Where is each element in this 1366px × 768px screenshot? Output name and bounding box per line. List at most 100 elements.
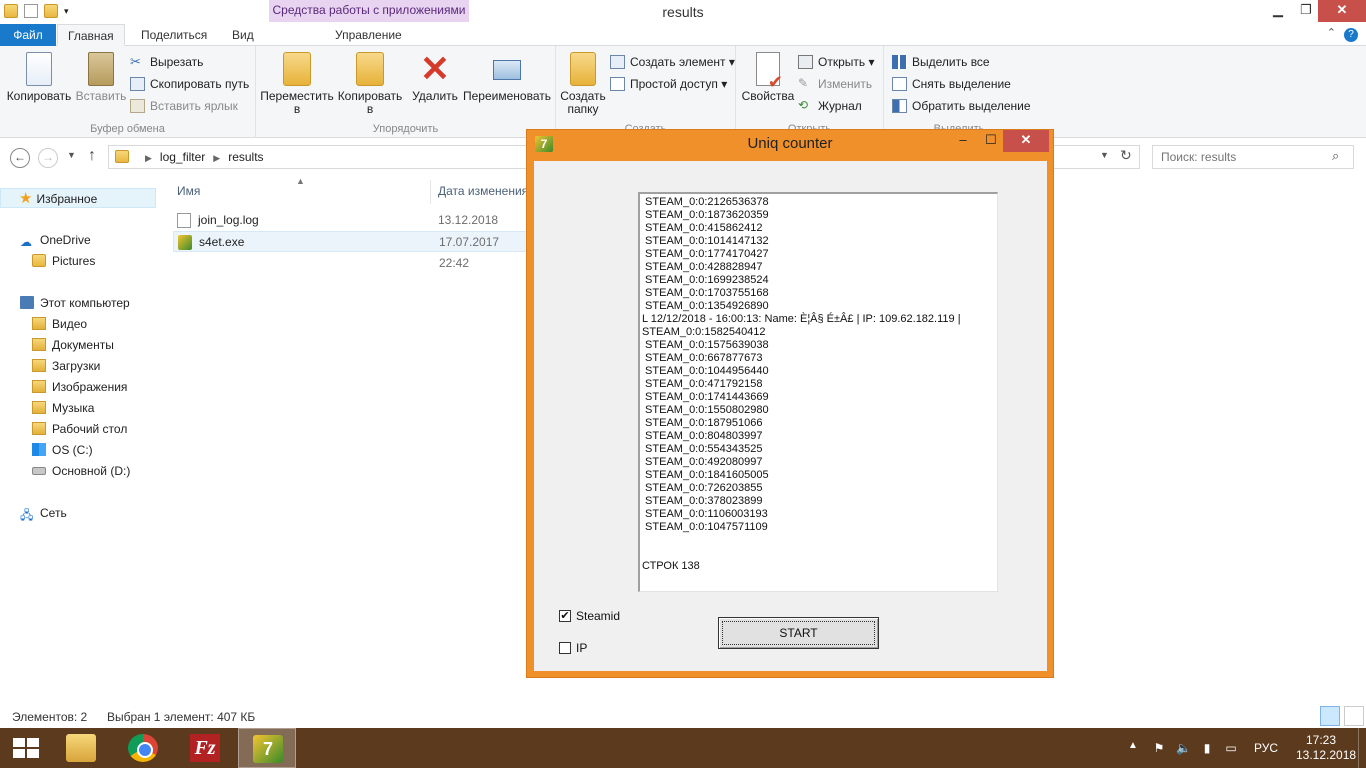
search-icon[interactable]: ⌕ [1332, 148, 1339, 164]
ip-checkbox[interactable] [559, 642, 571, 654]
start-button[interactable] [0, 728, 50, 768]
refresh-icon[interactable]: ↻ [1120, 147, 1132, 164]
action-center-flag-icon[interactable]: ⚑ [1152, 741, 1166, 755]
nav-item-pictures[interactable]: Pictures [32, 251, 95, 271]
help-icon[interactable]: ? [1344, 28, 1358, 42]
nav-item-music[interactable]: Музыка [32, 398, 94, 418]
selection-info: Выбран 1 элемент: 407 КБ [107, 710, 256, 724]
delete-button[interactable]: ✕ Удалить [410, 51, 460, 103]
open-label: Открыть [818, 55, 866, 69]
output-textbox[interactable]: STEAM_0:0:2126536378 STEAM_0:0:187362035… [638, 192, 998, 592]
output-line: STEAM_0:0:2126536378 [642, 196, 769, 208]
breadcrumb-item[interactable]: log_filter [160, 150, 205, 164]
nav-item-downloads[interactable]: Загрузки [32, 356, 100, 376]
copy-to-button[interactable]: Копировать в [336, 52, 404, 116]
nav-item-onedrive[interactable]: ☁ OneDrive [20, 230, 91, 250]
network-signal-icon[interactable]: ▮ [1200, 741, 1214, 755]
select-all-button[interactable]: Выделить все [892, 53, 990, 71]
customize-toolbar-icon[interactable]: ▾ [64, 4, 78, 18]
show-hidden-icons[interactable]: ▲ [1128, 740, 1138, 768]
network-icon: 🖧 [20, 508, 34, 522]
steamid-label[interactable]: Steamid [576, 609, 620, 623]
file-row[interactable]: join_log.log 13.12.2018 17:21 [173, 210, 531, 248]
cut-button[interactable]: ✂ Вырезать [130, 53, 203, 71]
breadcrumb-item[interactable]: results [228, 150, 263, 164]
delete-label: Удалить [412, 89, 458, 103]
details-view-button[interactable] [1320, 706, 1340, 726]
address-dropdown[interactable]: ▼ [1100, 150, 1109, 160]
nav-item-video[interactable]: Видео [32, 314, 87, 334]
nav-item-network[interactable]: 🖧 Сеть [20, 503, 67, 523]
nav-item-documents[interactable]: Документы [32, 335, 114, 355]
properties-icon[interactable] [24, 4, 38, 18]
battery-icon[interactable]: ▭ [1224, 741, 1238, 755]
column-divider[interactable] [430, 180, 431, 204]
clock[interactable]: 17:23 13.12.2018 [1296, 733, 1356, 768]
column-header-date[interactable]: Дата изменения [438, 184, 528, 198]
star-icon: ★ [19, 190, 33, 207]
nav-item-images[interactable]: Изображения [32, 377, 127, 397]
up-button[interactable]: ↑ [88, 147, 96, 165]
show-desktop-button[interactable] [1358, 728, 1366, 768]
tab-file[interactable]: Файл [0, 24, 56, 46]
rename-button[interactable]: Переименовать [460, 52, 554, 103]
close-button[interactable]: ✕ [1318, 0, 1366, 22]
output-line: STEAM_0:0:1550802980 [642, 404, 769, 416]
steamid-checkbox[interactable]: ✔ [559, 610, 571, 622]
taskbar-explorer[interactable] [52, 728, 110, 768]
history-button[interactable]: ⟲ Журнал [798, 97, 862, 115]
paste-button[interactable]: Вставить [74, 52, 128, 103]
tab-view[interactable]: Вид [222, 24, 264, 46]
line-count-summary: СТРОК 138 [642, 560, 700, 572]
input-language[interactable]: РУС [1254, 741, 1278, 768]
select-none-button[interactable]: Снять выделение [892, 75, 1011, 93]
nav-item-favorites[interactable]: ★ Избранное [0, 188, 156, 208]
new-item-button[interactable]: Создать элемент ▾ [610, 53, 735, 71]
taskbar-chrome[interactable] [114, 728, 172, 768]
new-folder-icon[interactable] [44, 4, 58, 18]
recent-locations-dropdown[interactable]: ▼ [67, 150, 76, 160]
output-line: STEAM_0:0:1106003193 [642, 508, 768, 520]
edit-button[interactable]: ✎ Изменить [798, 75, 872, 93]
back-button[interactable]: ← [10, 148, 30, 168]
nav-label: Изображения [52, 380, 128, 394]
dialog-close-button[interactable]: ✕ [1003, 130, 1049, 152]
dialog-minimize-button[interactable]: – [949, 130, 977, 152]
nav-item-this-pc[interactable]: Этот компьютер [20, 293, 130, 313]
invert-selection-icon [892, 99, 907, 113]
properties-button[interactable]: Свойства [740, 52, 796, 103]
file-row[interactable]: s4et.exe 17.07.2017 22:42 [173, 231, 531, 270]
invert-selection-button[interactable]: Обратить выделение [892, 97, 1031, 115]
move-to-button[interactable]: Переместить в [260, 52, 334, 116]
output-line: STEAM_0:0:1575639038 [642, 339, 769, 351]
dialog-maximize-button[interactable]: ☐ [977, 130, 1005, 152]
copy-path-button[interactable]: Скопировать путь [130, 75, 249, 93]
nav-item-drive-d[interactable]: Основной (D:) [32, 461, 130, 481]
tab-manage[interactable]: Управление [325, 24, 412, 46]
open-button[interactable]: Открыть ▾ [798, 53, 875, 71]
folder-icon[interactable] [4, 4, 18, 18]
volume-icon[interactable]: 🔈 [1176, 741, 1191, 755]
easy-access-button[interactable]: Простой доступ ▾ [610, 75, 727, 93]
nav-item-drive-c[interactable]: OS (C:) [32, 440, 93, 460]
paste-shortcut-icon [130, 99, 145, 113]
taskbar-filezilla[interactable]: Fz [176, 728, 234, 768]
nav-item-desktop[interactable]: Рабочий стол [32, 419, 127, 439]
large-icons-view-button[interactable] [1344, 706, 1364, 726]
search-input[interactable] [1152, 145, 1354, 169]
tab-share[interactable]: Поделиться [131, 24, 217, 46]
copy-button[interactable]: Копировать [6, 52, 72, 103]
tab-home[interactable]: Главная [57, 24, 125, 46]
start-button[interactable]: START [718, 617, 879, 649]
paste-shortcut-button[interactable]: Вставить ярлык [130, 97, 238, 115]
collapse-ribbon-icon[interactable]: ⌃ [1327, 26, 1336, 39]
output-lines: STEAM_0:0:2126536378 STEAM_0:0:187362035… [642, 196, 995, 534]
history-icon: ⟲ [798, 98, 809, 112]
ip-label[interactable]: IP [576, 641, 587, 655]
column-header-name[interactable]: Имя [177, 184, 200, 198]
forward-button[interactable]: → [38, 148, 58, 168]
new-folder-button[interactable]: Создать папку [560, 52, 606, 116]
new-item-label: Создать элемент [630, 55, 726, 69]
taskbar-uniq-counter[interactable]: 7 [238, 728, 296, 768]
nav-label: Загрузки [52, 359, 101, 373]
